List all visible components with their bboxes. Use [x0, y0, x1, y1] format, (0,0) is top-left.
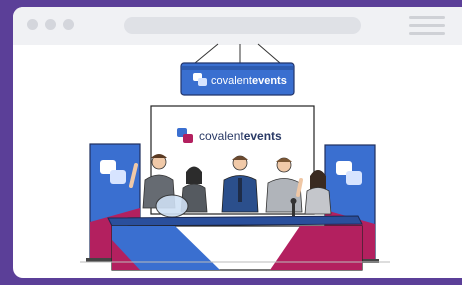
microphone	[292, 202, 295, 216]
banner-brand-text: covalentevents	[211, 75, 287, 87]
browser-window: covalentevents covalentevents	[13, 7, 462, 278]
glass-bowl	[155, 194, 189, 218]
press-conference-illustration: covalentevents covalentevents	[80, 43, 390, 271]
backdrop-brand-text: covalentevents	[199, 129, 282, 143]
rope	[194, 43, 219, 64]
rope	[257, 43, 281, 64]
hanging-banner: covalentevents	[180, 62, 295, 96]
